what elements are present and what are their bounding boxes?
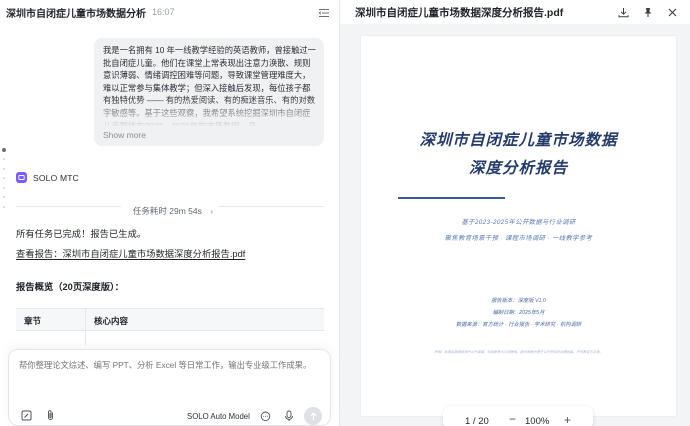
completion-message: 所有任务已完成！报告已生成。 — [16, 229, 147, 239]
paperclip-icon[interactable] — [43, 408, 57, 422]
pdf-pager: 1 / 20 − 100% + — [443, 406, 593, 426]
zoom-in-button[interactable]: + — [564, 413, 571, 426]
message-fade — [94, 98, 324, 128]
agent-header: SOLO MTC — [16, 172, 79, 183]
scroll-position-dot[interactable] — [2, 148, 6, 152]
app-window: 深圳市自闭症儿童市场数据分析 16:07 我是一名拥有 10 年一线教学经验的英… — [0, 0, 690, 426]
agent-logo-icon — [16, 172, 27, 183]
table-row — [16, 331, 324, 345]
arrow-up-icon — [309, 411, 317, 420]
pdf-viewer: 深圳市自闭症儿童市场数据深度分析报告.pdf 深圳市自闭症儿童市场数据 深度分析… — [340, 0, 690, 426]
agent-name: SOLO MTC — [33, 172, 79, 183]
show-more-button[interactable]: Show more — [103, 130, 146, 140]
download-icon[interactable] — [616, 5, 630, 19]
chat-time: 16:07 — [152, 7, 175, 17]
send-button[interactable] — [304, 407, 322, 425]
pdf-page: 深圳市自闭症儿童市场数据 深度分析报告 基于2023-2025年公开数据与行业调… — [361, 36, 676, 416]
table-header-chapter: 章节 — [16, 309, 86, 330]
chevron-right-icon: › — [210, 206, 214, 216]
report-date: 编制日期：2025年5月 — [492, 310, 545, 316]
title-divider — [398, 197, 505, 199]
report-link[interactable]: 查看报告：深圳市自闭症儿童市场数据深度分析报告.pdf — [16, 246, 245, 260]
model-selector[interactable]: SOLO Auto Model — [187, 412, 250, 421]
pdf-file-title: 深圳市自闭症儿童市场数据深度分析报告.pdf — [355, 6, 564, 19]
report-disclaimer: 声明：本报告数据来源于公开渠道，仅供参考与交流使用，部分数据为基于公开资料的合理… — [434, 350, 603, 354]
context-icon[interactable] — [19, 408, 33, 422]
document-title-line1: 深圳市自闭症儿童市场数据 — [419, 132, 618, 149]
sidebar-collapse-icon[interactable] — [318, 6, 330, 18]
overview-table: 章节 核心内容 — [16, 308, 324, 345]
report-data-source: 数据来源：官方统计 · 行业报告 · 学术研究 · 机构调研 — [455, 322, 582, 328]
task-elapsed-label: 任务耗时 29m 54s — [126, 206, 208, 216]
user-message-bubble: 我是一名拥有 10 年一线教学经验的英语教师，曾接触过一批自闭症儿童。他们在课堂… — [94, 38, 324, 146]
chat-panel: 深圳市自闭症儿童市场数据分析 16:07 我是一名拥有 10 年一线教学经验的英… — [0, 0, 340, 426]
chat-bubble-icon[interactable] — [258, 409, 272, 423]
close-icon[interactable] — [665, 5, 679, 19]
composer-toolbar — [19, 407, 322, 423]
message-composer: SOLO Auto Model — [8, 349, 331, 426]
prompt-input[interactable] — [19, 360, 319, 370]
overview-heading: 报告概览（20页深度版）： — [16, 282, 124, 292]
table-header-content: 核心内容 — [94, 316, 129, 326]
zoom-level[interactable]: 100% — [525, 416, 549, 426]
zoom-out-button[interactable]: − — [509, 412, 516, 426]
report-version: 报告版本：深度版 V1.0 — [491, 298, 546, 304]
document-title-line2: 深度分析报告 — [468, 160, 568, 177]
page-indicator[interactable]: 1 / 20 — [465, 416, 489, 426]
task-elapsed-toggle[interactable]: 任务耗时 29m 54s › — [0, 201, 339, 219]
pdf-header: 深圳市自闭症儿童市场数据深度分析报告.pdf — [340, 0, 690, 24]
chat-header: 深圳市自闭症儿童市场数据分析 16:07 — [0, 0, 339, 24]
document-subtitle-2: 聚焦教育场景干预 · 课程市场调研 · 一线教学参考 — [444, 235, 593, 242]
chat-title: 深圳市自闭症儿童市场数据分析 — [6, 8, 146, 20]
table-header-row: 章节 核心内容 — [16, 309, 324, 331]
document-subtitle-1: 基于2023-2025年公开数据与行业调研 — [461, 219, 576, 226]
microphone-icon[interactable] — [282, 409, 296, 423]
pin-icon[interactable] — [641, 5, 655, 19]
